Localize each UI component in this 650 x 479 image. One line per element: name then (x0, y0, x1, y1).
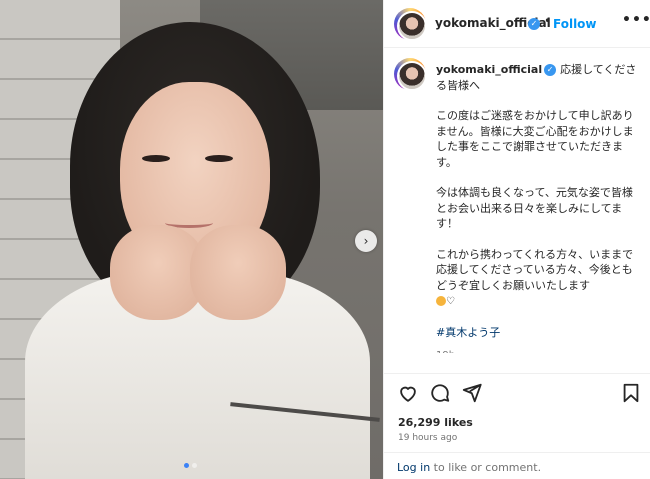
carousel-dots (184, 463, 197, 468)
comments-area[interactable]: yokomaki_official ✓ 応援してくださる皆様へ この度はご迷惑をおか… (384, 48, 650, 353)
post-photo[interactable]: › (0, 0, 383, 479)
caption-avatar[interactable] (394, 58, 427, 91)
likes-count[interactable]: 26,299 likes (398, 416, 473, 429)
avatar[interactable] (394, 8, 427, 41)
comment-icon[interactable] (429, 382, 451, 404)
caption-username[interactable]: yokomaki_official (436, 63, 542, 76)
login-suffix: to like or comment. (430, 461, 542, 474)
photo-right-eye (205, 155, 233, 162)
header-separator: • (544, 14, 552, 28)
login-bar: Log in to like or comment. (384, 452, 650, 479)
caption-time: 19h (436, 348, 642, 353)
more-icon[interactable]: ••• (622, 12, 650, 28)
photo-left-eye (142, 155, 170, 162)
post-header: yokomaki_official ✓ • Follow ••• (384, 0, 650, 48)
post-side-panel: yokomaki_official ✓ • Follow ••• yokomak… (383, 0, 650, 479)
photo-right-hand (190, 225, 286, 320)
share-icon[interactable] (461, 382, 483, 404)
bookmark-icon[interactable] (620, 382, 642, 404)
verified-badge-icon: ✓ (528, 18, 540, 30)
posted-time: 19 hours ago (398, 433, 458, 443)
pleading-face-emoji-icon (436, 296, 446, 306)
caption-paragraph: この度はご迷惑をおかけして申し訳ありません。皆様に大変ご心配をおかけしました事を… (436, 109, 634, 169)
caption-heart: ♡ (446, 296, 455, 307)
action-bar (384, 373, 650, 409)
login-prompt: Log in to like or comment. (397, 461, 541, 474)
verified-badge-icon: ✓ (544, 64, 557, 76)
carousel-next-button[interactable]: › (355, 230, 377, 252)
hashtag-link[interactable]: #真木よう子 (436, 325, 642, 341)
caption-paragraph-text: これから携わってくれる方々、いままで応援してくださっている方々、今後ともどうぞ宜… (436, 247, 634, 292)
follow-button[interactable]: Follow (553, 17, 597, 31)
caption-paragraph: 今は体調も良くなって、元気な姿で皆様とお会い出来る日々を楽しみにしてます！ (436, 186, 633, 230)
carousel-dot-active (184, 463, 189, 468)
carousel-dot (192, 463, 197, 468)
post-caption: yokomaki_official ✓ 応援してくださる皆様へ この度はご迷惑をおか… (436, 62, 642, 353)
caption-paragraph: これから携わってくれる方々、いままで応援してくださっている方々、今後ともどうぞ宜… (436, 247, 642, 310)
heart-icon[interactable] (397, 382, 419, 404)
chevron-right-icon: › (363, 234, 369, 248)
login-link[interactable]: Log in (397, 461, 430, 474)
